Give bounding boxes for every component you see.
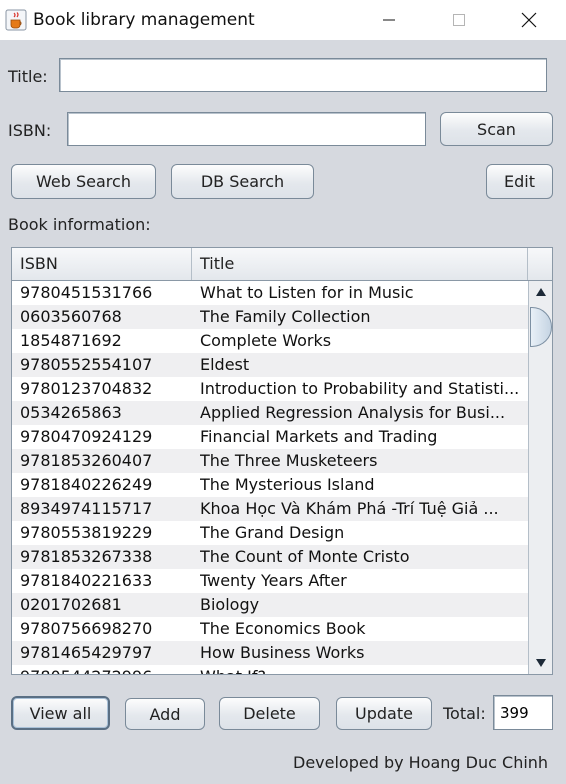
table-row[interactable]: 9781853267338 The Count of Monte Cristo — [12, 545, 528, 569]
scroll-up-button[interactable] — [529, 281, 552, 303]
isbn-cell: 9781853260407 — [20, 451, 153, 470]
isbn-cell: 9780123704832 — [20, 379, 153, 398]
developer-credit: Developed by Hoang Duc Chinh — [293, 753, 549, 772]
table-row[interactable]: 9780756698270 The Economics Book — [12, 617, 528, 641]
title-cell: Eldest — [200, 355, 250, 374]
isbn-input[interactable] — [67, 112, 426, 146]
table-row[interactable]: 9781465429797 How Business Works — [12, 641, 528, 665]
table-row[interactable]: 0603560768 The Family Collection — [12, 305, 528, 329]
total-label: Total: — [443, 704, 486, 723]
close-icon — [521, 12, 537, 28]
close-button[interactable] — [506, 0, 552, 40]
total-count-field[interactable] — [493, 695, 553, 730]
web-search-button[interactable]: Web Search — [11, 164, 156, 199]
title-cell: Financial Markets and Trading — [200, 427, 438, 446]
minimize-icon — [383, 19, 395, 21]
isbn-cell: 9780451531766 — [20, 283, 153, 302]
table-body: 9780451531766 What to Listen for in Music… — [12, 281, 528, 674]
window-title: Book library management — [33, 10, 255, 30]
isbn-cell: 9781840226249 — [20, 475, 153, 494]
update-button[interactable]: Update — [336, 697, 432, 730]
title-cell: The Mysterious Island — [200, 475, 375, 494]
book-information-label: Book information: — [8, 215, 151, 234]
delete-button[interactable]: Delete — [219, 697, 320, 730]
title-cell: What If? — [200, 665, 520, 674]
isbn-cell: 0201702681 — [20, 595, 122, 614]
scrollbar-thumb[interactable] — [530, 307, 552, 347]
title-cell: Twenty Years After — [200, 571, 347, 590]
table-row[interactable]: 9780544272996 What If? — [12, 665, 528, 674]
table-header-corner — [528, 248, 552, 280]
isbn-cell: 0534265863 — [20, 403, 122, 422]
table-vertical-scrollbar[interactable] — [528, 281, 552, 674]
title-cell: Khoa Học Và Khám Phá -Trí Tuệ Giả ... — [200, 499, 499, 518]
view-all-button[interactable]: View all — [11, 696, 110, 730]
triangle-up-icon — [535, 288, 546, 296]
table-row[interactable]: 9781840226249 The Mysterious Island — [12, 473, 528, 497]
table-row[interactable]: 0201702681 Biology — [12, 593, 528, 617]
triangle-down-icon — [535, 659, 546, 667]
table-row[interactable]: 1854871692 Complete Works — [12, 329, 528, 353]
minimize-button[interactable] — [366, 0, 412, 40]
title-cell: What to Listen for in Music — [200, 283, 414, 302]
title-cell: The Three Musketeers — [200, 451, 378, 470]
title-cell: Biology — [200, 595, 260, 614]
maximize-button[interactable] — [436, 0, 482, 40]
title-cell: Introduction to Probability and Statisti… — [200, 379, 520, 398]
table-header: ISBN Title — [12, 248, 552, 281]
table-row[interactable]: 9780123704832 Introduction to Probability… — [12, 377, 528, 401]
title-label: Title: — [8, 67, 48, 86]
table-row[interactable]: 8934974115717 Khoa Học Và Khám Phá -Trí T… — [12, 497, 528, 521]
add-button[interactable]: Add — [125, 698, 205, 730]
isbn-cell: 8934974115717 — [20, 499, 153, 518]
table-row[interactable]: 9780470924129 Financial Markets and Tradi… — [12, 425, 528, 449]
title-cell: Applied Regression Analysis for Busi... — [200, 403, 506, 422]
table-row[interactable]: 9781853260407 The Three Musketeers — [12, 449, 528, 473]
isbn-cell: 9780470924129 — [20, 427, 153, 446]
book-table[interactable]: ISBN Title 9780451531766 What to Listen f… — [11, 247, 553, 675]
isbn-cell: 9781840221633 — [20, 571, 153, 590]
db-search-button[interactable]: DB Search — [171, 164, 314, 199]
title-input[interactable] — [59, 58, 547, 92]
table-row[interactable]: 9780451531766 What to Listen for in Music — [12, 281, 528, 305]
isbn-cell: 9780544272996 — [20, 665, 190, 674]
isbn-cell: 9780553819229 — [20, 523, 153, 542]
table-row[interactable]: 9780553819229 The Grand Design — [12, 521, 528, 545]
isbn-label: ISBN: — [8, 121, 52, 140]
title-cell: The Grand Design — [200, 523, 345, 542]
isbn-cell: 9781465429797 — [20, 643, 153, 662]
table-row[interactable]: 9780552554107 Eldest — [12, 353, 528, 377]
scroll-down-button[interactable] — [529, 652, 552, 674]
column-header-title[interactable]: Title — [192, 248, 528, 280]
java-coffee-cup-icon — [5, 9, 27, 31]
title-cell: The Count of Monte Cristo — [200, 547, 410, 566]
table-row[interactable]: 9781840221633 Twenty Years After — [12, 569, 528, 593]
isbn-cell: 9780552554107 — [20, 355, 153, 374]
table-row[interactable]: 0534265863 Applied Regression Analysis fo… — [12, 401, 528, 425]
isbn-cell: 0603560768 — [20, 307, 122, 326]
maximize-icon — [453, 14, 465, 26]
title-cell: Complete Works — [200, 331, 332, 350]
title-cell: How Business Works — [200, 643, 365, 662]
edit-button[interactable]: Edit — [486, 164, 553, 199]
title-cell: The Economics Book — [200, 619, 366, 638]
isbn-cell: 9781853267338 — [20, 547, 153, 566]
window-titlebar: Book library management — [0, 0, 566, 40]
isbn-cell: 1854871692 — [20, 331, 122, 350]
isbn-cell: 9780756698270 — [20, 619, 153, 638]
main-panel: Title: ISBN: Scan Web Search DB Search E… — [0, 40, 566, 784]
title-cell: The Family Collection — [200, 307, 371, 326]
scan-button[interactable]: Scan — [440, 112, 553, 146]
column-header-isbn[interactable]: ISBN — [12, 248, 192, 280]
